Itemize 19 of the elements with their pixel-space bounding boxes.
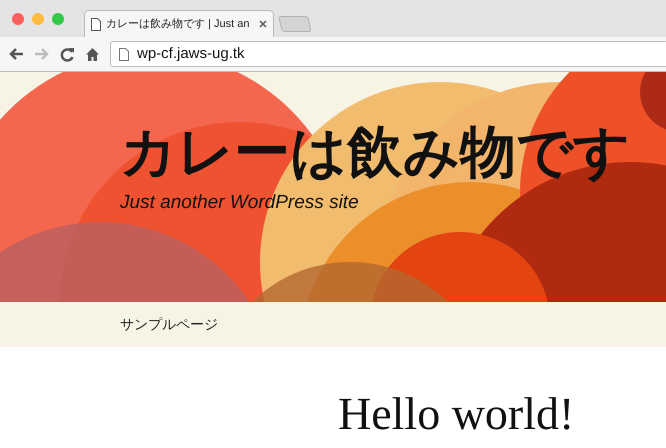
- browser-tab[interactable]: カレーは飲み物です | Just an: [84, 10, 274, 37]
- site-title[interactable]: カレーは飲み物です: [120, 117, 666, 187]
- home-icon[interactable]: [85, 46, 100, 62]
- close-window-icon[interactable]: [12, 13, 24, 25]
- back-icon[interactable]: [8, 47, 24, 61]
- close-tab-icon[interactable]: [259, 20, 267, 28]
- page-icon: [119, 48, 129, 60]
- post-title: Hello world!: [338, 389, 576, 439]
- url-text: wp-cf.jaws-ug.tk: [137, 44, 245, 64]
- new-tab-button[interactable]: [278, 16, 312, 32]
- reload-icon[interactable]: [60, 46, 75, 62]
- forward-icon[interactable]: [34, 47, 50, 61]
- nav-link[interactable]: サンプルページ: [120, 314, 218, 335]
- site-tagline: Just another WordPress site: [120, 191, 360, 215]
- address-bar[interactable]: wp-cf.jaws-ug.tk: [110, 41, 666, 67]
- page-icon: [91, 18, 101, 30]
- tab-title: カレーは飲み物です | Just an: [106, 16, 250, 32]
- minimize-window-icon[interactable]: [32, 13, 44, 25]
- maximize-window-icon[interactable]: [52, 13, 64, 25]
